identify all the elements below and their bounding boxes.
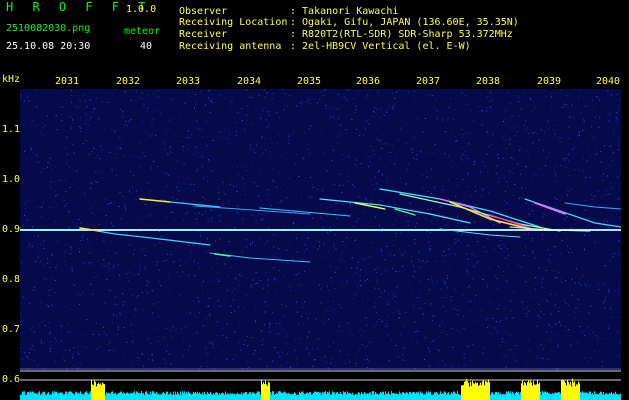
level-bars xyxy=(20,378,621,400)
x-tick: 2037 xyxy=(415,76,441,87)
meteor-echo xyxy=(194,205,311,215)
x-tick: 2039 xyxy=(536,76,562,87)
count-value: 40 xyxy=(140,41,153,52)
y-tick: 0.9 xyxy=(2,224,21,235)
y-tick: 0.7 xyxy=(2,324,21,335)
meteor-echo xyxy=(319,198,471,224)
info-value-observer: : Takanori Kawachi xyxy=(290,6,399,17)
meteor-echo xyxy=(214,253,231,257)
app-version: 1.0.0 xyxy=(126,4,157,15)
meteor-echo xyxy=(259,207,351,217)
header: H R O F F T 1.0.0 2510082030.png meteor … xyxy=(0,0,629,72)
y-axis-unit: kHz xyxy=(2,74,21,85)
info-value-location: : Ogaki, Gifu, JAPAN (136.60E, 35.35N) xyxy=(290,17,519,28)
x-tick: 2031 xyxy=(54,76,80,87)
x-tick: 2035 xyxy=(296,76,322,87)
x-tick: 2033 xyxy=(175,76,201,87)
x-tick: 2034 xyxy=(236,76,262,87)
count-label: meteor xyxy=(124,26,161,37)
filename: 2510082030.png xyxy=(6,23,91,34)
x-tick: 2032 xyxy=(115,76,141,87)
x-tick: 2036 xyxy=(355,76,381,87)
info-value-antenna: : 2el-HB9CV Vertical (el. E-W) xyxy=(290,41,471,52)
datetime: 25.10.08 20:30 xyxy=(6,41,91,52)
x-tick: 2040 xyxy=(595,76,621,87)
info-label-antenna: Receiving antenna xyxy=(179,41,282,52)
y-tick: 0.8 xyxy=(2,274,21,285)
meteor-echo xyxy=(209,252,311,263)
y-tick: 1.1 xyxy=(2,124,21,135)
spectrogram-canvas xyxy=(20,89,621,370)
signal-level-canvas xyxy=(20,370,621,400)
info-label-observer: Observer xyxy=(179,6,228,17)
info-label-receiver: Receiver xyxy=(179,29,228,40)
meteor-echo xyxy=(534,202,566,215)
meteor-echoes xyxy=(79,188,621,263)
x-tick: 2038 xyxy=(475,76,501,87)
x-axis: 2031 2032 2033 2034 2035 2036 2037 2038 … xyxy=(20,74,621,89)
info-label-location: Receiving Location xyxy=(179,17,288,28)
meteor-echo xyxy=(524,198,621,228)
spectrogram xyxy=(20,89,621,370)
y-tick: 1.0 xyxy=(2,174,21,185)
meteor-echo xyxy=(564,202,621,210)
y-tick: 0.6 xyxy=(2,374,21,385)
signal-level-panel xyxy=(20,370,621,400)
info-value-receiver: : R820T2(RTL-SDR) SDR-Sharp 53.372MHz xyxy=(290,29,513,40)
